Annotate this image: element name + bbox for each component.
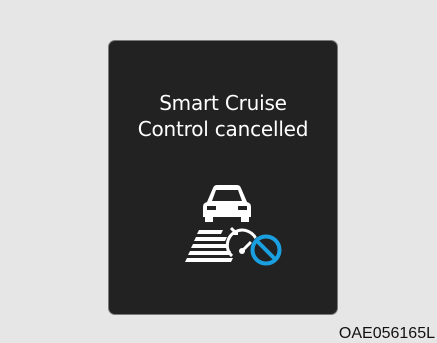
cancel-icon	[250, 234, 282, 266]
figure-code-label: OAE056165L	[338, 325, 435, 342]
message-line-2: Control cancelled	[137, 117, 309, 141]
smart-cruise-cancelled-icon	[185, 184, 285, 274]
message-line-1: Smart Cruise	[159, 91, 287, 115]
road-lines-icon	[185, 230, 233, 262]
cluster-display-panel: Smart Cruise Control cancelled	[108, 40, 338, 315]
smart-cruise-cancelled-icon-graphic	[185, 185, 282, 266]
car-icon	[203, 185, 251, 222]
